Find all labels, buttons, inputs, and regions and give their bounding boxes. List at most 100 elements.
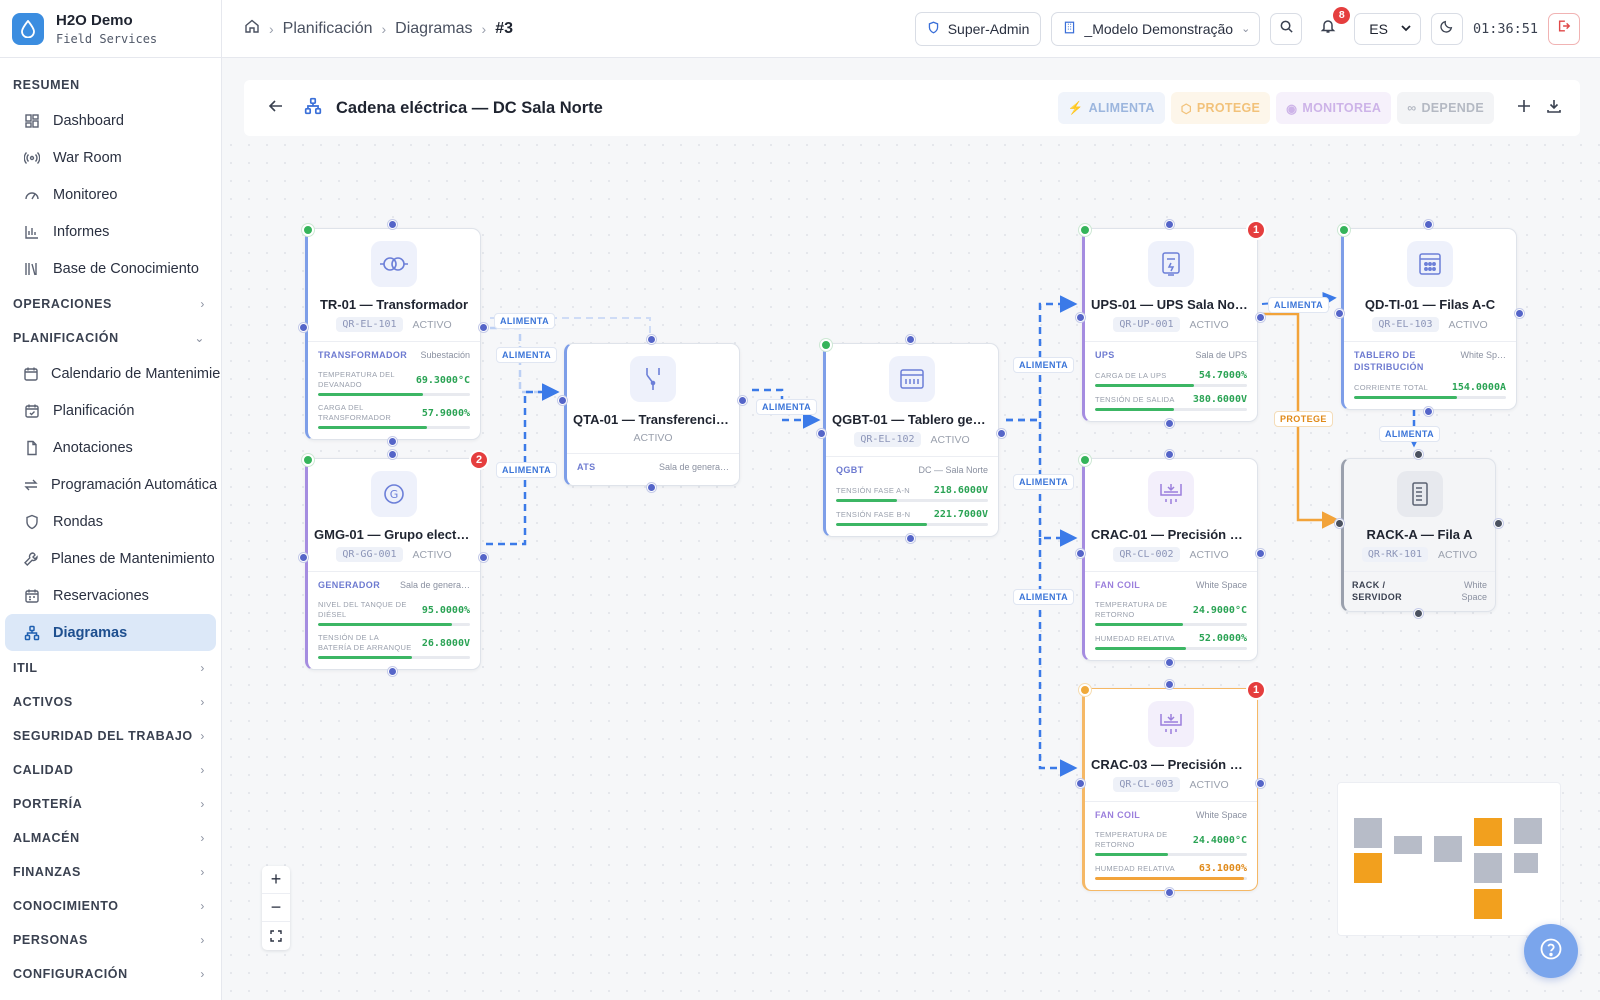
model-select[interactable]: _Modelo Demonstração ⌄ bbox=[1051, 11, 1261, 46]
section-almacén[interactable]: ALMACÉN › bbox=[0, 821, 221, 855]
section-configuración[interactable]: CONFIGURACIÓN › bbox=[0, 957, 221, 991]
node-handle[interactable] bbox=[1335, 309, 1344, 318]
section-planificacion[interactable]: PLANIFICACIÓN ⌄ bbox=[0, 321, 221, 355]
sidebar-item-programacion[interactable]: Programación Automática bbox=[5, 466, 217, 503]
node-handle[interactable] bbox=[1414, 450, 1423, 459]
theme-toggle[interactable] bbox=[1430, 12, 1463, 45]
node-handle[interactable] bbox=[647, 483, 656, 492]
add-icon[interactable] bbox=[1516, 98, 1532, 119]
language-select[interactable]: ES bbox=[1354, 12, 1421, 45]
node-handle[interactable] bbox=[906, 534, 915, 543]
node-handle[interactable] bbox=[299, 553, 308, 562]
sidebar-item-planificacion[interactable]: Planificación bbox=[5, 392, 216, 429]
node-handle[interactable] bbox=[1256, 313, 1265, 322]
legend-depends[interactable]: ∞ DEPENDE bbox=[1397, 92, 1494, 124]
sidebar-item-anotaciones[interactable]: Anotaciones bbox=[5, 429, 216, 466]
generator-icon: G bbox=[371, 471, 417, 517]
legend-monitors[interactable]: ◉ MONITOREA bbox=[1276, 92, 1392, 124]
section-operaciones[interactable]: OPERACIONES › bbox=[0, 287, 221, 321]
breadcrumb-planificacion[interactable]: Planificación bbox=[283, 20, 373, 38]
sidebar-item-base-conocimiento[interactable]: Base de Conocimiento bbox=[5, 250, 216, 287]
node-handle[interactable] bbox=[1515, 309, 1524, 318]
node-handle[interactable] bbox=[388, 450, 397, 459]
node-handle[interactable] bbox=[558, 396, 567, 405]
section-portería[interactable]: PORTERÍA › bbox=[0, 787, 221, 821]
node-handle[interactable] bbox=[1424, 407, 1433, 416]
sidebar-item-planes[interactable]: Planes de Mantenimiento bbox=[5, 540, 216, 577]
section-label: ACTIVOS bbox=[13, 695, 73, 709]
minimap[interactable] bbox=[1337, 782, 1561, 936]
node-handle[interactable] bbox=[1165, 450, 1174, 459]
back-arrow-icon[interactable] bbox=[268, 98, 284, 119]
section-calidad[interactable]: CALIDAD › bbox=[0, 753, 221, 787]
sidebar-item-label: Calendario de Mantenimiento bbox=[51, 365, 222, 382]
node-handle[interactable] bbox=[817, 429, 826, 438]
sidebar-item-dashboard[interactable]: Dashboard bbox=[5, 102, 216, 139]
sidebar-item-diagramas[interactable]: Diagramas bbox=[5, 614, 216, 651]
node-handle[interactable] bbox=[1335, 519, 1344, 528]
node-handle[interactable] bbox=[388, 220, 397, 229]
help-button[interactable] bbox=[1524, 924, 1578, 978]
role-button[interactable]: Super-Admin bbox=[914, 11, 1042, 46]
node-handle[interactable] bbox=[388, 437, 397, 446]
sidebar-item-monitoreo[interactable]: Monitoreo bbox=[5, 176, 216, 213]
bell-icon bbox=[1320, 18, 1336, 39]
node-handle[interactable] bbox=[1165, 220, 1174, 229]
home-icon[interactable] bbox=[244, 18, 260, 39]
node-qdti01[interactable]: QD-TI-01 — Filas A-C QR-EL-103 ACTIVO TAB… bbox=[1335, 220, 1524, 416]
node-handle[interactable] bbox=[1494, 519, 1503, 528]
node-tr01[interactable]: TR-01 — Transformador QR-EL-101 ACTIVO TR… bbox=[299, 220, 488, 446]
breadcrumb-diagramas[interactable]: Diagramas bbox=[395, 20, 472, 38]
node-type: ATS bbox=[577, 462, 596, 472]
zoom-out-icon[interactable]: − bbox=[262, 894, 290, 922]
section-activos[interactable]: ACTIVOS › bbox=[0, 685, 221, 719]
node-gmg01[interactable]: 2 G GMG-01 — Grupo electrógeno QR-GG-001… bbox=[299, 450, 489, 676]
zoom-in-icon[interactable]: + bbox=[262, 866, 290, 894]
node-qta01[interactable]: QTA-01 — Transferencia automática ACTIVO… bbox=[558, 335, 747, 492]
sidebar-item-calendario[interactable]: Calendario de Mantenimiento bbox=[5, 355, 221, 392]
node-handle[interactable] bbox=[906, 335, 915, 344]
node-handle[interactable] bbox=[1414, 609, 1423, 618]
logout-button[interactable] bbox=[1548, 12, 1580, 45]
node-handle[interactable] bbox=[647, 335, 656, 344]
section-itil[interactable]: ITIL › bbox=[0, 651, 221, 685]
node-crac03[interactable]: 1 CRAC-03 — Precisión Sala QR-CL-003 ACTI… bbox=[1076, 680, 1266, 897]
node-handle[interactable] bbox=[738, 396, 747, 405]
node-location: White Sp… bbox=[1460, 350, 1506, 360]
node-racka[interactable]: RACK-A — Fila A QR-RK-101 ACTIVO RACK / S… bbox=[1335, 450, 1503, 618]
node-handle[interactable] bbox=[1076, 549, 1085, 558]
section-conocimiento[interactable]: CONOCIMIENTO › bbox=[0, 889, 221, 923]
legend-feeds[interactable]: ⚡ ALIMENTA bbox=[1057, 92, 1165, 124]
node-handle[interactable] bbox=[1076, 313, 1085, 322]
section-seguridad-del-trabajo[interactable]: SEGURIDAD DEL TRABAJO › bbox=[0, 719, 221, 753]
legend-protects[interactable]: ⬡ PROTEGE bbox=[1170, 92, 1271, 124]
node-handle[interactable] bbox=[299, 323, 308, 332]
node-handle[interactable] bbox=[1424, 220, 1433, 229]
node-handle[interactable] bbox=[1076, 779, 1085, 788]
section-finanzas[interactable]: FINANZAS › bbox=[0, 855, 221, 889]
notifications-button[interactable]: 8 bbox=[1312, 6, 1351, 45]
sidebar-item-reservaciones[interactable]: Reservaciones bbox=[5, 577, 216, 614]
node-handle[interactable] bbox=[1256, 549, 1265, 558]
node-crac01[interactable]: CRAC-01 — Precisión Sala QR-CL-002 ACTIVO… bbox=[1076, 450, 1265, 667]
node-qgbt01[interactable]: QGBT-01 — Tablero general QR-EL-102 ACTIV… bbox=[817, 335, 1006, 543]
fit-view-icon[interactable] bbox=[262, 922, 290, 950]
brand[interactable]: H2O Demo Field Services bbox=[0, 0, 221, 58]
chevron-right-icon: › bbox=[200, 763, 205, 777]
node-handle[interactable] bbox=[1165, 888, 1174, 897]
node-handle[interactable] bbox=[479, 323, 488, 332]
sidebar-item-informes[interactable]: Informes bbox=[5, 213, 216, 250]
node-handle[interactable] bbox=[388, 667, 397, 676]
node-handle[interactable] bbox=[1165, 680, 1174, 689]
node-handle[interactable] bbox=[1256, 779, 1265, 788]
node-handle[interactable] bbox=[997, 429, 1006, 438]
node-handle[interactable] bbox=[1165, 419, 1174, 428]
download-icon[interactable] bbox=[1546, 98, 1562, 119]
node-ups01[interactable]: 1 UPS-01 — UPS Sala Norte QR-UP-001 ACTIV… bbox=[1076, 220, 1266, 428]
node-handle[interactable] bbox=[1165, 658, 1174, 667]
section-personas[interactable]: PERSONAS › bbox=[0, 923, 221, 957]
sidebar-item-rondas[interactable]: Rondas bbox=[5, 503, 216, 540]
node-handle[interactable] bbox=[479, 553, 488, 562]
search-button[interactable] bbox=[1270, 12, 1303, 45]
sidebar-item-war-room[interactable]: War Room bbox=[5, 139, 216, 176]
